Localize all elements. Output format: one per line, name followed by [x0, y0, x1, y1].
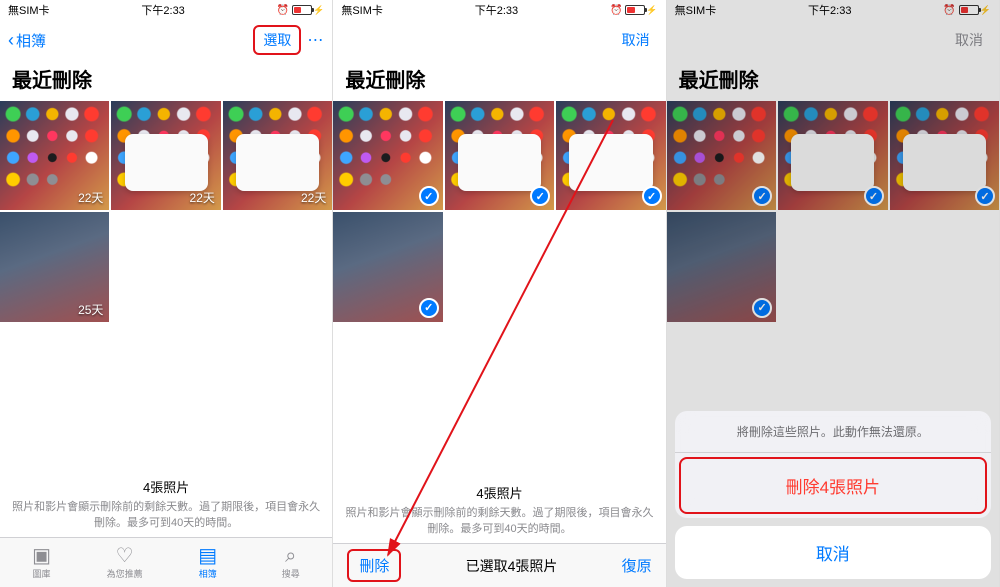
battery-icon	[625, 5, 645, 15]
footer-info: 4張照片 照片和影片會顯示刪除前的剩餘天數。過了期限後，項目會永久刪除。最多可到…	[333, 477, 665, 543]
photo-thumb[interactable]	[667, 212, 776, 321]
carrier-label: 無SIM卡	[8, 2, 50, 18]
tab-albums[interactable]: ▤ 相簿	[166, 538, 249, 587]
carrier-label: 無SIM卡	[675, 2, 717, 18]
check-icon	[419, 186, 439, 206]
days-badge: 22天	[78, 189, 103, 206]
check-icon	[419, 298, 439, 318]
tab-label: 為您推薦	[107, 567, 143, 580]
sheet-cancel-button[interactable]: 取消	[675, 526, 991, 579]
back-button[interactable]: ‹ 相簿	[8, 30, 46, 51]
footer-desc: 照片和影片會顯示刪除前的剩餘天數。過了期限後，項目會永久刪除。最多可到40天的時…	[343, 506, 655, 537]
battery-icon	[292, 5, 312, 15]
tab-label: 相簿	[199, 567, 217, 580]
chevron-left-icon: ‹	[8, 30, 14, 51]
page-title: 最近刪除	[667, 60, 999, 101]
phone-screen-2: 無SIM卡 下午2:33 ⏰ ⚡ 取消 最近刪除 4張照片 照片和影片會顯示刪除…	[333, 0, 666, 587]
clock-label: 下午2:33	[808, 2, 851, 18]
battery-icon	[959, 5, 979, 15]
tab-search[interactable]: ⌕ 搜尋	[249, 538, 332, 587]
days-badge: 25天	[78, 301, 103, 318]
check-icon	[642, 186, 662, 206]
alarm-icon: ⏰	[943, 5, 955, 16]
delete-button[interactable]: 刪除	[347, 549, 401, 582]
photo-thumb[interactable]	[667, 101, 776, 210]
cancel-button[interactable]: 取消	[947, 27, 991, 53]
select-button[interactable]: 選取	[253, 25, 301, 55]
tab-label: 搜尋	[282, 567, 300, 580]
tab-foryou[interactable]: ♡ 為您推薦	[83, 538, 166, 587]
check-icon	[752, 186, 772, 206]
charging-icon: ⚡	[313, 5, 324, 16]
tab-library[interactable]: ▣ 圖庫	[0, 538, 83, 587]
phone-screen-1: 無SIM卡 下午2:33 ⏰ ⚡ ‹ 相簿 選取 ⋯ 最近刪除 22天 22天 …	[0, 0, 333, 587]
delete-confirm-button[interactable]: 刪除4張照片	[679, 457, 987, 514]
check-icon	[752, 298, 772, 318]
alarm-icon: ⏰	[610, 5, 622, 16]
status-bar: 無SIM卡 下午2:33 ⏰ ⚡	[333, 0, 665, 20]
nav-bar: 取消	[333, 20, 665, 60]
action-sheet: 將刪除這些照片。此動作無法還原。 刪除4張照片 取消	[675, 411, 991, 579]
photo-grid	[333, 101, 665, 322]
photo-thumb[interactable]: 25天	[0, 212, 109, 321]
library-icon: ▣	[32, 546, 51, 566]
restore-button[interactable]: 復原	[622, 555, 652, 576]
toolbar: 刪除 已選取4張照片 復原	[333, 543, 665, 587]
photo-count: 4張照片	[343, 483, 655, 502]
photo-thumb[interactable]	[778, 101, 887, 210]
photo-count: 4張照片	[10, 477, 322, 496]
cancel-button[interactable]: 取消	[614, 27, 658, 53]
nav-bar: 取消	[667, 20, 999, 60]
tab-label: 圖庫	[33, 567, 51, 580]
photo-thumb[interactable]	[333, 212, 442, 321]
phone-screen-3: 無SIM卡 下午2:33 ⏰ ⚡ 取消 最近刪除 將刪除這些照片。此動作無法還原…	[667, 0, 1000, 587]
check-icon	[530, 186, 550, 206]
check-icon	[975, 186, 995, 206]
tab-bar: ▣ 圖庫 ♡ 為您推薦 ▤ 相簿 ⌕ 搜尋	[0, 537, 332, 587]
clock-label: 下午2:33	[141, 2, 184, 18]
charging-icon: ⚡	[980, 5, 991, 16]
photo-thumb[interactable]	[333, 101, 442, 210]
nav-bar: ‹ 相簿 選取 ⋯	[0, 20, 332, 60]
selection-count: 已選取4張照片	[466, 556, 558, 576]
back-label: 相簿	[16, 30, 46, 51]
clock-label: 下午2:33	[475, 2, 518, 18]
photo-thumb[interactable]	[556, 101, 665, 210]
photo-thumb[interactable]: 22天	[223, 101, 332, 210]
sheet-message: 將刪除這些照片。此動作無法還原。	[675, 411, 991, 453]
footer-info: 4張照片 照片和影片會顯示刪除前的剩餘天數。過了期限後，項目會永久刪除。最多可到…	[0, 471, 332, 537]
charging-icon: ⚡	[646, 5, 657, 16]
search-icon: ⌕	[285, 546, 296, 566]
carrier-label: 無SIM卡	[341, 2, 383, 18]
page-title: 最近刪除	[0, 60, 332, 101]
alarm-icon: ⏰	[277, 5, 289, 16]
photo-thumb[interactable]: 22天	[0, 101, 109, 210]
photo-thumb[interactable]	[445, 101, 554, 210]
more-button[interactable]: ⋯	[307, 30, 324, 50]
photo-thumb[interactable]	[890, 101, 999, 210]
page-title: 最近刪除	[333, 60, 665, 101]
footer-desc: 照片和影片會顯示刪除前的剩餘天數。過了期限後，項目會永久刪除。最多可到40天的時…	[10, 500, 322, 531]
status-bar: 無SIM卡 下午2:33 ⏰ ⚡	[0, 0, 332, 20]
albums-icon: ▤	[198, 546, 217, 566]
photo-grid	[667, 101, 999, 322]
photo-grid: 22天 22天 22天 25天	[0, 101, 332, 322]
days-badge: 22天	[301, 189, 326, 206]
foryou-icon: ♡	[116, 546, 134, 566]
status-bar: 無SIM卡 下午2:33 ⏰ ⚡	[667, 0, 999, 20]
days-badge: 22天	[190, 189, 215, 206]
check-icon	[864, 186, 884, 206]
photo-thumb[interactable]: 22天	[111, 101, 220, 210]
